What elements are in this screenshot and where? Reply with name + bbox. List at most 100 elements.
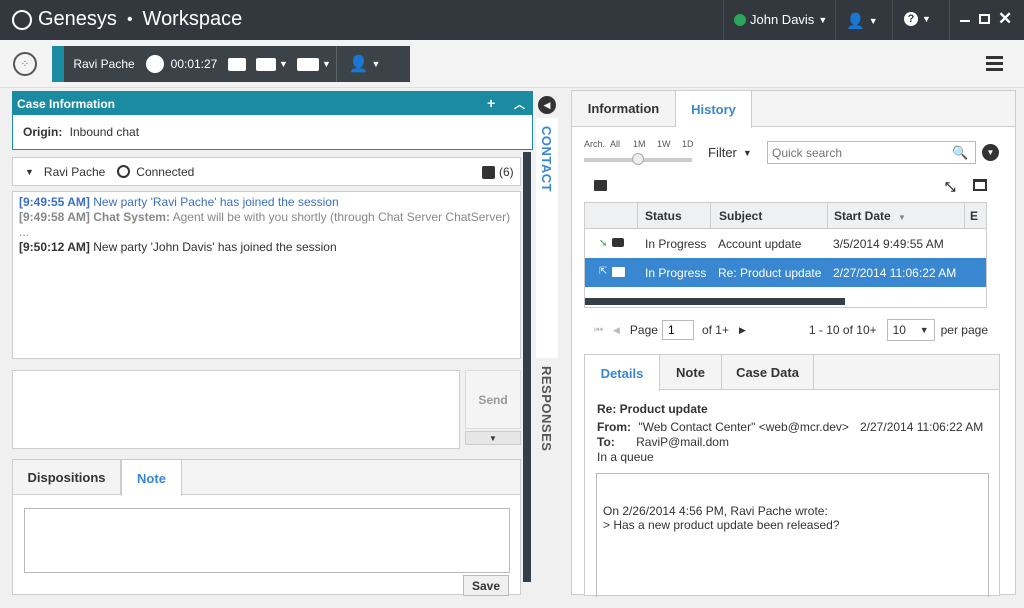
transfer-chat-icon[interactable]: ▼ (252, 57, 292, 71)
chevron-down-icon[interactable]: ▼ (25, 167, 34, 177)
interaction-toolbar: ⁘ Ravi Pache 00:01:27 ▼ ▼ 👤 ▼ (0, 40, 1024, 88)
table-row-selected[interactable]: ⇱ In Progress Re: Product update 2/27/20… (585, 258, 986, 287)
case-information-title: Case Information (17, 96, 116, 111)
app-name: Workspace (142, 8, 243, 30)
tab-information[interactable]: Information (572, 91, 676, 126)
chat-transcript[interactable]: [9:49:55 AM] New party 'Ravi Pache' has … (12, 191, 521, 359)
message-text: New party 'Ravi Pache' has joined the se… (93, 195, 339, 209)
window-icon[interactable] (973, 179, 987, 191)
tab-details[interactable]: Details (585, 355, 660, 391)
message-time: [9:49:58 AM] (19, 210, 90, 224)
contact-name: Ravi Pache (73, 57, 135, 71)
agent-status-menu[interactable]: 👤 ▼ (846, 12, 878, 30)
chevron-down-icon: ▼ (868, 16, 878, 26)
minimize-icon[interactable] (960, 20, 970, 22)
slider-handle[interactable] (632, 153, 644, 165)
table-row[interactable]: ➘ In Progress Account update 3/5/2014 9:… (585, 229, 986, 258)
close-icon[interactable]: ✕ (998, 9, 1012, 29)
tab-history[interactable]: History (676, 91, 752, 128)
search-options-chevron-icon[interactable]: ▼ (982, 144, 999, 161)
detail-panel: Details Note Case Data Re: Product updat… (584, 354, 1000, 597)
column-status[interactable]: Status (637, 203, 710, 229)
detail-date: 2/27/2014 11:06:22 AM (860, 420, 984, 434)
email-body-line: On 2/26/2014 4:56 PM, Ravi Pache wrote: (603, 504, 828, 518)
transcript-icon[interactable] (482, 166, 495, 179)
tab-dispositions[interactable]: Dispositions (13, 460, 121, 494)
consult-icon[interactable]: 👤 ▼ (337, 54, 392, 74)
email-body-line: > Has a new product update been released… (603, 518, 840, 532)
save-button[interactable]: Save (463, 575, 509, 596)
panel-splitter[interactable] (523, 152, 531, 582)
tab-contact[interactable]: CONTACT (536, 118, 558, 358)
brand: Genesys • Workspace (12, 8, 242, 31)
divider (723, 0, 724, 40)
scrollbar-handle[interactable] (986, 205, 987, 219)
email-body[interactable]: On 2/26/2014 4:56 PM, Ravi Pache wrote: … (596, 473, 989, 597)
to-label: To: (597, 435, 615, 449)
search-input[interactable] (768, 145, 948, 160)
origin-value: Inbound chat (69, 125, 140, 139)
contact-panel: Information History Arch. All 1M 1W 1D F… (571, 90, 1016, 597)
pager: ⏮ ◀ Page of 1+ ▶ 1 - 10 of 10+ 10 ▼ per … (594, 317, 989, 343)
slider-label: All (610, 139, 621, 149)
tab-responses-label: RESPONSES (539, 366, 554, 452)
filter-dropdown[interactable]: Filter ▼ (708, 145, 752, 160)
chat-icon (117, 165, 131, 178)
collapse-icon[interactable]: ︿ (514, 96, 525, 112)
chat-input[interactable] (12, 370, 460, 449)
email-icon (612, 267, 625, 277)
user-name: John Davis (750, 12, 815, 27)
per-page-label: per page (940, 323, 988, 337)
prev-page-icon[interactable]: ◀ (613, 325, 620, 336)
status-icon (734, 13, 746, 26)
tab-note[interactable]: Note (121, 460, 182, 496)
tab-note[interactable]: Note (660, 355, 722, 389)
call-accent (52, 46, 64, 82)
from-label: From: (597, 420, 631, 434)
search-icon[interactable]: 🔍 (952, 145, 968, 161)
sort-desc-icon: ▼ (898, 213, 906, 222)
row-subject: Account update (718, 237, 802, 251)
chat-message: [9:50:12 AM] New party 'John Davis' has … (19, 240, 514, 255)
range-label: 1 - 10 of 10+ (808, 323, 877, 337)
dispositions-note-panel: Dispositions Note Save (12, 459, 521, 596)
send-button[interactable]: Send (465, 370, 521, 429)
tab-case-data[interactable]: Case Data (722, 355, 814, 389)
maximize-icon[interactable] (979, 14, 990, 24)
user-menu[interactable]: John Davis ▼ (734, 12, 827, 27)
chat-message: [9:49:58 AM] Chat System: Agent will be … (19, 210, 514, 240)
column-end[interactable]: E (964, 203, 986, 229)
conference-chat-icon[interactable]: ▼ (292, 57, 336, 71)
send-options-chevron-icon[interactable]: ▼ (465, 431, 521, 445)
page-input[interactable] (661, 320, 694, 340)
page-label: Page (629, 323, 658, 337)
chat-icon (612, 238, 624, 247)
per-page-select[interactable]: 10 ▼ (886, 319, 935, 341)
slider-label: 1M (633, 139, 646, 149)
help-menu[interactable]: ? ▼ (904, 12, 931, 26)
next-page-icon[interactable]: ▶ (739, 325, 746, 336)
message-time: [9:49:55 AM] (19, 195, 90, 209)
row-date: 2/27/2014 11:06:22 AM (833, 266, 957, 280)
expand-icon[interactable]: ⤡ (945, 179, 955, 195)
tab-responses[interactable]: RESPONSES (536, 360, 558, 460)
hamburger-menu-icon[interactable] (986, 56, 1003, 71)
row-subject: Re: Product update (718, 266, 822, 280)
first-page-icon[interactable]: ⏮ (594, 325, 603, 336)
horizontal-scrollbar[interactable] (585, 298, 845, 305)
time-range-slider[interactable]: Arch. All 1M 1W 1D (584, 139, 694, 169)
tab-contact-label: CONTACT (539, 126, 554, 193)
slider-label: Arch. (584, 139, 606, 149)
note-textarea[interactable] (24, 508, 510, 573)
column-start-date[interactable]: Start Date ▼ (827, 203, 964, 229)
column-subject[interactable]: Subject (710, 203, 827, 229)
add-icon[interactable]: + (487, 95, 495, 111)
dial-pad-icon[interactable]: ⁘ (13, 52, 37, 76)
party-name: Ravi Pache (43, 164, 106, 179)
end-chat-icon[interactable] (222, 57, 252, 71)
case-information-panel: Case Information + ︿ Origin: Inbound cha… (12, 91, 533, 150)
chevron-down-icon: ▼ (919, 325, 929, 335)
collapse-left-icon[interactable]: ◀ (538, 96, 556, 114)
folder-icon[interactable] (594, 180, 607, 191)
message-time: [9:50:12 AM] (19, 240, 90, 254)
